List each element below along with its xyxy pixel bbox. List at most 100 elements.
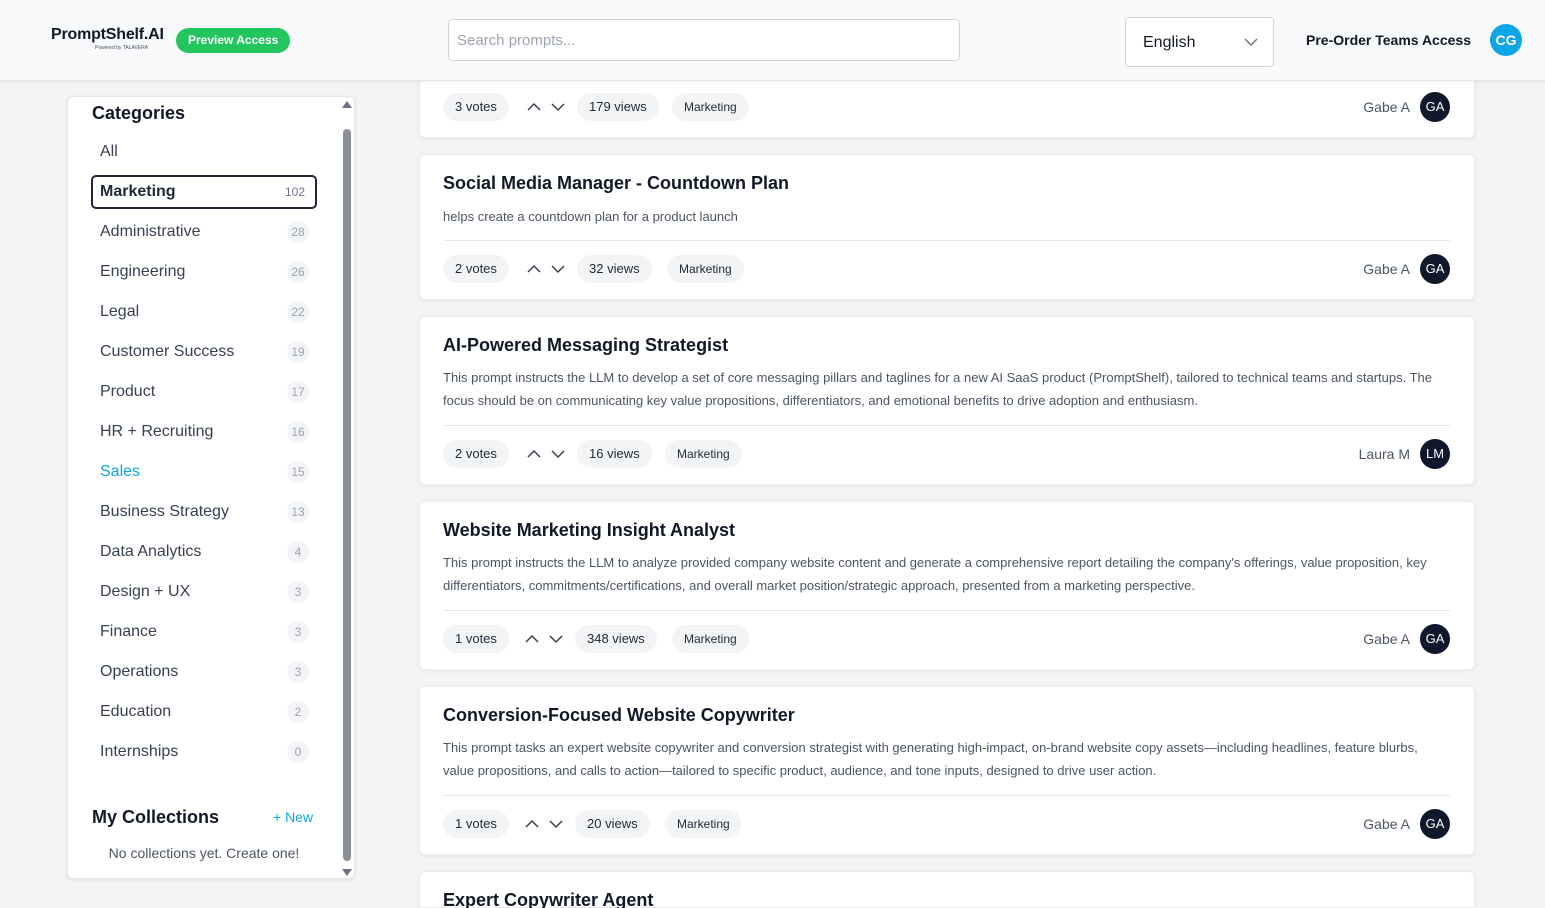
author-avatar[interactable]: GA bbox=[1420, 92, 1450, 122]
sidebar-scrollbar[interactable] bbox=[342, 101, 352, 876]
prompt-title[interactable]: Conversion-Focused Website Copywriter bbox=[443, 705, 795, 726]
category-item-education[interactable]: Education 2 bbox=[91, 695, 317, 729]
category-count: 0 bbox=[287, 741, 309, 763]
category-count: 28 bbox=[287, 221, 309, 243]
vote-count: 2 votes bbox=[443, 440, 509, 468]
category-item-product[interactable]: Product 17 bbox=[91, 375, 317, 409]
chevron-down-icon bbox=[1244, 38, 1258, 47]
chevron-up-icon[interactable] bbox=[527, 262, 541, 276]
scrollbar-thumb[interactable] bbox=[343, 129, 351, 861]
collections-title: My Collections bbox=[92, 807, 220, 827]
author-name: Gabe A bbox=[1363, 99, 1410, 115]
prompt-card[interactable]: Expert Copywriter Agent bbox=[419, 871, 1475, 908]
category-label: Internships bbox=[100, 743, 179, 760]
category-count: 19 bbox=[287, 341, 309, 363]
prompt-card[interactable]: Website Marketing Insight Analyst This p… bbox=[419, 501, 1475, 670]
category-item-design-ux[interactable]: Design + UX 3 bbox=[91, 575, 317, 609]
card-footer: 2 votes 32 views Marketing Gabe A GA bbox=[443, 254, 1450, 284]
card-divider bbox=[443, 425, 1450, 426]
search-input[interactable] bbox=[448, 19, 960, 61]
category-label: Design + UX bbox=[100, 583, 191, 600]
category-label: Data Analytics bbox=[100, 543, 202, 560]
category-count: 3 bbox=[287, 621, 309, 643]
category-count: 4 bbox=[287, 541, 309, 563]
category-item-marketing[interactable]: Marketing 102 bbox=[91, 175, 317, 209]
category-count: 16 bbox=[287, 421, 309, 443]
user-avatar[interactable]: CG bbox=[1490, 24, 1522, 56]
category-label: HR + Recruiting bbox=[100, 423, 214, 440]
category-item-sales[interactable]: Sales 15 bbox=[91, 455, 317, 489]
author-avatar[interactable]: GA bbox=[1420, 809, 1450, 839]
author-avatar[interactable]: GA bbox=[1420, 624, 1450, 654]
category-tag[interactable]: Marketing bbox=[667, 255, 744, 283]
prompt-description: This prompt tasks an expert website copy… bbox=[443, 740, 1418, 778]
chevron-down-icon[interactable] bbox=[551, 100, 565, 114]
app-logo[interactable]: PromptShelf.AI Powered by TALAVERA bbox=[51, 26, 164, 54]
card-footer: 3 votes 179 views Marketing Gabe A GA bbox=[443, 92, 1450, 122]
category-label: Engineering bbox=[100, 263, 186, 280]
category-count: 26 bbox=[287, 261, 309, 283]
category-list: All Marketing 102 Administrative 28 Engi… bbox=[91, 135, 317, 775]
prompt-title[interactable]: Social Media Manager - Countdown Plan bbox=[443, 173, 789, 194]
author-name: Laura M bbox=[1358, 446, 1410, 462]
scroll-down-icon[interactable] bbox=[342, 869, 352, 876]
category-count: 3 bbox=[287, 661, 309, 683]
category-item-operations[interactable]: Operations 3 bbox=[91, 655, 317, 689]
category-count: 2 bbox=[287, 701, 309, 723]
prompt-title[interactable]: AI-Powered Messaging Strategist bbox=[443, 335, 728, 356]
category-item-legal[interactable]: Legal 22 bbox=[91, 295, 317, 329]
language-value: English bbox=[1143, 34, 1196, 51]
card-footer: 1 votes 20 views Marketing Gabe A GA bbox=[443, 809, 1450, 839]
preorder-teams-link[interactable]: Pre-Order Teams Access bbox=[1306, 32, 1471, 48]
view-count: 348 views bbox=[575, 625, 657, 653]
category-tag[interactable]: Marketing bbox=[665, 440, 742, 468]
category-label: Sales bbox=[100, 463, 141, 480]
chevron-down-icon[interactable] bbox=[549, 632, 563, 646]
prompt-title[interactable]: Expert Copywriter Agent bbox=[443, 890, 653, 908]
author-avatar[interactable]: LM bbox=[1420, 439, 1450, 469]
category-tag[interactable]: Marketing bbox=[672, 93, 749, 121]
prompt-card[interactable]: AI-Powered Messaging Strategist This pro… bbox=[419, 316, 1475, 485]
author-name: Gabe A bbox=[1363, 261, 1410, 277]
category-label: Marketing bbox=[100, 183, 176, 200]
chevron-down-icon[interactable] bbox=[551, 262, 565, 276]
category-label: Legal bbox=[100, 303, 140, 320]
language-select[interactable]: English bbox=[1125, 17, 1274, 67]
chevron-down-icon[interactable] bbox=[549, 817, 563, 831]
category-item-internships[interactable]: Internships 0 bbox=[91, 735, 317, 769]
prompt-title[interactable]: Website Marketing Insight Analyst bbox=[443, 520, 735, 541]
prompt-card[interactable]: Conversion-Focused Website Copywriter Th… bbox=[419, 686, 1475, 855]
category-label: Administrative bbox=[100, 223, 201, 240]
category-count: 3 bbox=[287, 581, 309, 603]
category-tag[interactable]: Marketing bbox=[665, 810, 742, 838]
category-item-data-analytics[interactable]: Data Analytics 4 bbox=[91, 535, 317, 569]
prompt-card[interactable]: Social Media Manager - Countdown Plan he… bbox=[419, 154, 1475, 300]
category-label: Business Strategy bbox=[100, 503, 229, 520]
chevron-up-icon[interactable] bbox=[525, 632, 539, 646]
category-item-customer-success[interactable]: Customer Success 19 bbox=[91, 335, 317, 369]
prompt-description: This prompt instructs the LLM to develop… bbox=[443, 370, 1432, 408]
new-collection-button[interactable]: + New bbox=[273, 809, 313, 825]
category-item-administrative[interactable]: Administrative 28 bbox=[91, 215, 317, 249]
prompt-description: This prompt instructs the LLM to analyze… bbox=[443, 555, 1427, 593]
scroll-up-icon[interactable] bbox=[342, 101, 352, 108]
categories-title: Categories bbox=[92, 103, 186, 123]
category-tag[interactable]: Marketing bbox=[672, 625, 749, 653]
vote-count: 1 votes bbox=[443, 625, 509, 653]
category-label: Operations bbox=[100, 663, 179, 680]
vote-count: 1 votes bbox=[443, 810, 509, 838]
category-item-hr-recruiting[interactable]: HR + Recruiting 16 bbox=[91, 415, 317, 449]
chevron-up-icon[interactable] bbox=[525, 817, 539, 831]
category-item-all[interactable]: All bbox=[91, 135, 317, 169]
author-avatar[interactable]: GA bbox=[1420, 254, 1450, 284]
category-item-engineering[interactable]: Engineering 26 bbox=[91, 255, 317, 289]
category-item-business-strategy[interactable]: Business Strategy 13 bbox=[91, 495, 317, 529]
chevron-up-icon[interactable] bbox=[527, 447, 541, 461]
card-divider bbox=[443, 240, 1450, 241]
logo-subtitle: Powered by TALAVERA bbox=[95, 45, 149, 51]
collections-empty-text: No collections yet. Create one! bbox=[108, 845, 300, 861]
chevron-up-icon[interactable] bbox=[527, 100, 541, 114]
card-divider bbox=[443, 795, 1450, 796]
category-item-finance[interactable]: Finance 3 bbox=[91, 615, 317, 649]
chevron-down-icon[interactable] bbox=[551, 447, 565, 461]
